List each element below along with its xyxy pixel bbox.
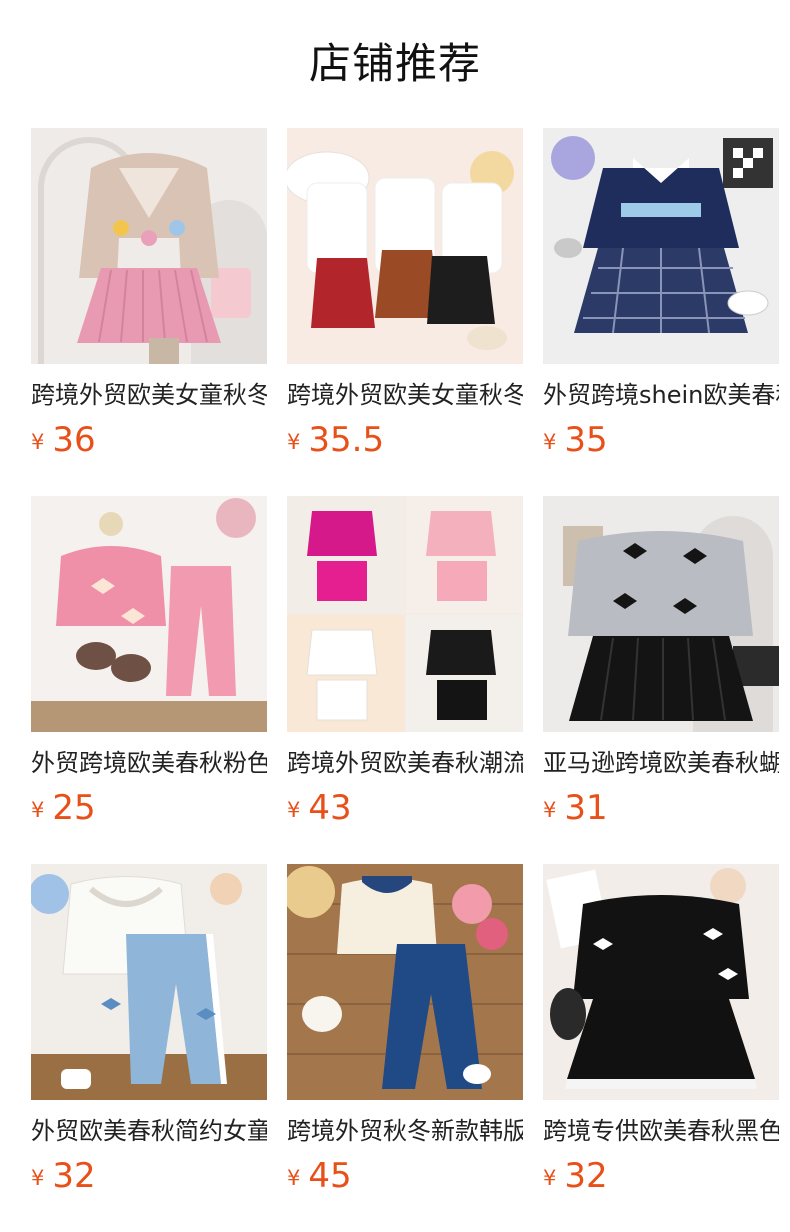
price-amount: 32	[564, 1156, 608, 1196]
currency-symbol: ¥	[31, 1166, 45, 1190]
product-price: ¥31	[543, 786, 779, 830]
product-title[interactable]: 外贸跨境shein欧美春秋学院风套装	[543, 378, 779, 412]
product-price: ¥25	[31, 786, 267, 830]
white-top-leather-skirt-photo	[287, 128, 523, 364]
price-amount: 35	[564, 420, 608, 460]
grey-bow-sweatshirt-black-skirt-photo	[543, 496, 779, 732]
currency-symbol: ¥	[31, 798, 45, 822]
product-title[interactable]: 外贸跨境欧美春秋粉色蝴蝶结套装	[31, 746, 267, 780]
product-title[interactable]: 跨境外贸欧美春秋潮流西装短裙套装	[287, 746, 523, 780]
blazer-skirt-four-colors-photo	[287, 496, 523, 732]
currency-symbol: ¥	[31, 430, 45, 454]
cardigan-pink-pleated-skirt-photo	[31, 128, 267, 364]
product-price: ¥45	[287, 1154, 523, 1198]
product-image[interactable]	[31, 864, 267, 1100]
currency-symbol: ¥	[287, 1166, 301, 1190]
currency-symbol: ¥	[543, 430, 557, 454]
product-price: ¥35	[543, 418, 779, 462]
product-image[interactable]	[287, 128, 523, 364]
price-amount: 35.5	[308, 420, 385, 460]
product-card[interactable]: 亚马逊跨境欧美春秋蝴蝶结卫衣半身裙套装 ¥31	[543, 496, 779, 830]
product-card[interactable]: 跨境专供欧美春秋黑色蝴蝶结卫衣裙套装 ¥32	[543, 864, 779, 1198]
product-card[interactable]: 外贸跨境shein欧美春秋学院风套装 ¥35	[543, 128, 779, 462]
product-image[interactable]	[31, 496, 267, 732]
product-price: ¥35.5	[287, 418, 523, 462]
white-ruffle-top-blue-pants-photo	[31, 864, 267, 1100]
product-image[interactable]	[543, 128, 779, 364]
currency-symbol: ¥	[543, 798, 557, 822]
section-title: 店铺推荐	[308, 39, 481, 88]
shop-recommendation-page: 店铺推荐 跨境外贸欧美女童秋冬 ¥ 36 跨境外贸欧美女童秋冬 ¥ 35.5 外…	[0, 0, 790, 1232]
product-card[interactable]: 跨境外贸欧美春秋潮流西装短裙套装 ¥43	[287, 496, 523, 830]
product-title[interactable]: 跨境专供欧美春秋黑色蝴蝶结卫衣裙套装	[543, 1114, 779, 1148]
pink-bow-sweatshirt-set-photo	[31, 496, 267, 732]
product-title[interactable]: 跨境外贸欧美女童秋冬皮裙套装	[287, 378, 523, 412]
product-card[interactable]: 跨境外贸欧美女童秋冬皮裙套装 ¥35.5	[287, 128, 523, 462]
currency-symbol: ¥	[287, 798, 301, 822]
product-image[interactable]	[543, 496, 779, 732]
product-image[interactable]	[31, 128, 267, 364]
currency-symbol: ¥	[543, 1166, 557, 1190]
currency-symbol: ¥	[287, 430, 301, 454]
product-price: ¥32	[31, 1154, 267, 1198]
price-amount: 45	[308, 1156, 352, 1196]
product-image[interactable]	[543, 864, 779, 1100]
product-card[interactable]: 跨境外贸秋冬新款韩版牛仔阔腿裤套装 ¥45	[287, 864, 523, 1198]
product-image[interactable]	[287, 496, 523, 732]
product-image[interactable]	[287, 864, 523, 1100]
price-amount: 36	[52, 420, 96, 460]
price-amount: 25	[52, 788, 96, 828]
product-card[interactable]: 外贸跨境欧美春秋粉色蝴蝶结套装 ¥25	[31, 496, 267, 830]
product-price: ¥36	[31, 418, 267, 462]
product-title[interactable]: 亚马逊跨境欧美春秋蝴蝶结卫衣半身裙套装	[543, 746, 779, 780]
price-amount: 32	[52, 1156, 96, 1196]
price-amount: 43	[308, 788, 352, 828]
product-price: ¥43	[287, 786, 523, 830]
product-title[interactable]: 跨境外贸秋冬新款韩版牛仔阔腿裤套装	[287, 1114, 523, 1148]
denim-collar-top-jeans-photo	[287, 864, 523, 1100]
brooklyn-sweatshirt-plaid-skirt-photo	[543, 128, 779, 364]
product-card[interactable]: 跨境外贸欧美女童秋冬新款针织开衫百褶裙套装 ¥36	[31, 128, 267, 462]
product-title[interactable]: 外贸欧美春秋简约女童蝴蝶结阔腿裤套装	[31, 1114, 267, 1148]
product-card[interactable]: 外贸欧美春秋简约女童蝴蝶结阔腿裤套装 ¥32	[31, 864, 267, 1198]
black-bow-sweatshirt-skirt-photo	[543, 864, 779, 1100]
product-title[interactable]: 跨境外贸欧美女童秋冬新款针织开衫百褶裙套装	[31, 378, 267, 412]
price-amount: 31	[564, 788, 608, 828]
product-price: ¥32	[543, 1154, 779, 1198]
